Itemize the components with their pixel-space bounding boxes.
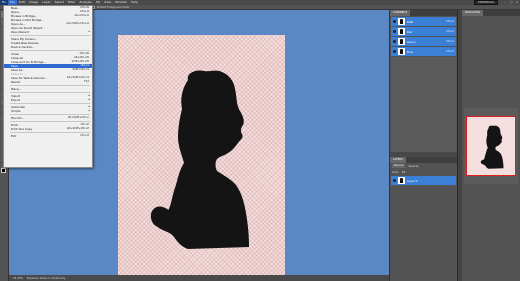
tab-layers[interactable]: LAYERS	[390, 157, 406, 163]
visibility-eye-icon[interactable]	[393, 40, 396, 43]
menu-item-exit[interactable]: Exit Ctrl+Q	[4, 134, 92, 138]
blend-mode-select[interactable]: Normal	[392, 164, 406, 168]
channels-panel-tabs: CHANNELS	[390, 10, 457, 16]
visibility-eye-icon[interactable]	[393, 179, 396, 182]
navigator-panel-tabs: NAVIGATOR	[462, 10, 520, 16]
channel-thumbnail	[398, 38, 405, 45]
visibility-eye-icon[interactable]	[393, 50, 396, 53]
menu-separator	[10, 132, 90, 133]
channel-row-rgb[interactable]: RGB Ctrl+2	[391, 17, 456, 26]
fill-label: Fill:	[401, 170, 407, 174]
menu-separator	[10, 85, 90, 86]
menu-item-place[interactable]: Place...	[4, 87, 92, 91]
channel-row-blue[interactable]: Blue Ctrl+5	[391, 47, 456, 56]
layers-controls-row2: Lock: Fill:	[390, 169, 457, 175]
silhouette-image	[150, 70, 249, 249]
navigator-silhouette-image	[480, 125, 504, 169]
menu-item-print-one-copy[interactable]: Print One Copy Alt+Shift+Ctrl+P	[4, 127, 92, 131]
navigator-preview[interactable]	[464, 108, 518, 184]
menu-item-scripts[interactable]: Scripts ▸	[4, 109, 92, 113]
channel-shortcut: Ctrl+5	[446, 50, 454, 53]
menu-separator	[10, 35, 90, 36]
status-bar: 33.33% Exposure works in 32-bit only	[9, 275, 389, 281]
menu-item-revert[interactable]: Revert F12	[4, 80, 92, 84]
file-menu-dropdown: New... Ctrl+N Open... Ctrl+O Browse in Bri…	[3, 5, 93, 168]
visibility-eye-icon[interactable]	[393, 20, 396, 23]
document-canvas[interactable]	[118, 35, 285, 281]
lock-label: Lock:	[392, 170, 399, 174]
layer-name: Layer 0	[407, 178, 418, 183]
submenu-arrow-icon: ▸	[88, 109, 90, 112]
tab-channels[interactable]: CHANNELS	[390, 10, 411, 16]
navigator-panel: NAVIGATOR	[462, 10, 520, 281]
document-info: Exposure works in 32-bit only	[26, 276, 66, 280]
submenu-arrow-icon: ▸	[88, 98, 90, 101]
navigator-thumbnail[interactable]	[466, 116, 516, 176]
menu-item-device-central[interactable]: Device Central...	[4, 45, 92, 49]
channel-row-red[interactable]: Red Ctrl+3	[391, 27, 456, 36]
channel-thumbnail	[398, 18, 405, 25]
protect-fg-label: Protect Foreground Color	[97, 5, 130, 9]
layer-thumbnail	[398, 177, 405, 184]
channel-name: Red	[407, 29, 413, 34]
channel-shortcut: Ctrl+4	[446, 40, 454, 43]
channel-shortcut: Ctrl+3	[446, 30, 454, 33]
tab-navigator[interactable]: NAVIGATOR	[462, 10, 484, 16]
opacity-label: Opacity:	[408, 164, 420, 168]
menu-separator	[10, 114, 90, 115]
foreground-color-swatch[interactable]	[1, 168, 6, 173]
visibility-eye-icon[interactable]	[393, 30, 396, 33]
right-panel-dock: CHANNELS RGB Ctrl+2 Red Ctrl+3 Green Ctr…	[389, 10, 457, 281]
submenu-arrow-icon: ▸	[88, 30, 90, 33]
channel-thumbnail	[398, 48, 405, 55]
channel-shortcut: Ctrl+2	[446, 20, 454, 23]
menu-separator	[10, 50, 90, 51]
channel-thumbnail	[398, 28, 405, 35]
channel-name: RGB	[407, 19, 414, 24]
menu-item-open-recent[interactable]: Open Recent ▸	[4, 30, 92, 34]
layer-row[interactable]: Layer 0	[391, 176, 456, 185]
menu-item-export[interactable]: Export ▸	[4, 98, 92, 102]
channel-row-green[interactable]: Green Ctrl+4	[391, 37, 456, 46]
channel-name: Blue	[407, 49, 414, 54]
menu-separator	[10, 103, 90, 104]
channel-name: Green	[407, 39, 416, 44]
menu-item-file-info[interactable]: File Info... Alt+Shift+Ctrl+I	[4, 116, 92, 120]
zoom-level[interactable]: 33.33%	[13, 277, 23, 280]
menu-separator	[10, 121, 90, 122]
menu-separator	[10, 92, 90, 93]
channels-empty-area	[391, 57, 456, 152]
